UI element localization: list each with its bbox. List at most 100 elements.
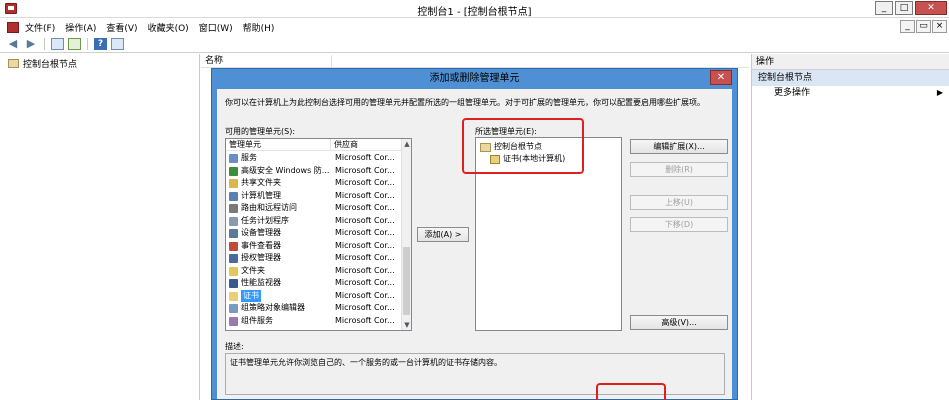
snapin-row[interactable]: 组件服务 Microsoft Cor...: [226, 315, 410, 328]
column-header-vendor[interactable]: 供应商: [330, 139, 358, 151]
snapin-vendor: Microsoft Cor...: [335, 303, 395, 312]
edit-extensions-button[interactable]: 编辑扩展(X)...: [630, 139, 728, 154]
snapin-vendor: Microsoft Cor...: [335, 190, 395, 200]
snapin-vendor: Microsoft Cor...: [335, 215, 395, 225]
back-icon[interactable]: ◀: [6, 37, 20, 50]
scroll-down-icon[interactable]: ▼: [402, 320, 411, 330]
properties-icon[interactable]: [111, 37, 124, 50]
vertical-scrollbar[interactable]: ▲ ▼: [401, 139, 411, 330]
scroll-thumb[interactable]: [403, 247, 410, 315]
inner-restore-button[interactable]: ▭: [916, 20, 931, 33]
snapin-icon: [229, 266, 238, 276]
snapin-row[interactable]: 授权管理器 Microsoft Cor...: [226, 252, 410, 265]
snapin-icon: [229, 229, 238, 238]
snapin-row[interactable]: 计算机管理 Microsoft Cor...: [226, 190, 410, 203]
description-label: 描述:: [225, 342, 244, 351]
snapin-vendor: Microsoft Cor...: [335, 265, 395, 275]
snapin-row[interactable]: 组策略对象编辑器 Microsoft Cor...: [226, 302, 410, 315]
available-snapins-label: 可用的管理单元(S):: [225, 127, 296, 136]
column-header-snapin[interactable]: 管理单元: [226, 139, 261, 151]
list-header: 管理单元 供应商: [226, 139, 402, 151]
column-header-name[interactable]: 名称: [201, 54, 749, 68]
snapin-name: 计算机管理: [241, 190, 281, 200]
dialog-intro-text: 你可以在计算机上为此控制台选择可用的管理单元并配置所选的一组管理单元。对于可扩展…: [225, 98, 705, 107]
snapin-row[interactable]: 服务 Microsoft Cor...: [226, 152, 410, 165]
inner-window-controls: _ ▭ ×: [900, 20, 947, 33]
maximize-button[interactable]: □: [895, 1, 913, 15]
snapin-name: 任务计划程序: [241, 215, 289, 225]
snapin-row[interactable]: 文件夹 Microsoft Cor...: [226, 265, 410, 278]
more-actions-link[interactable]: 更多操作 ▶: [752, 86, 949, 100]
console-tree: 控制台根节点: [0, 54, 200, 400]
snapin-name: 文件夹: [241, 265, 265, 275]
snapin-icon: [229, 216, 238, 226]
title-bar: 控制台1 - [控制台根节点] _ □ ✕: [0, 0, 949, 18]
snapin-row[interactable]: 设备管理器 Microsoft Cor...: [226, 227, 410, 240]
console-icon[interactable]: [7, 21, 19, 33]
snapin-vendor: Microsoft Cor...: [335, 278, 395, 287]
window-title: 控制台1 - [控制台根节点]: [417, 7, 532, 18]
snapin-icon: [229, 154, 238, 163]
snapin-vendor: Microsoft Cor...: [335, 178, 395, 187]
highlight-selected-snapins: [462, 118, 584, 174]
menu-view[interactable]: 查看(V): [106, 21, 137, 34]
menu-help[interactable]: 帮助(H): [243, 21, 275, 34]
snapin-vendor: Microsoft Cor...: [335, 290, 395, 300]
snapin-row[interactable]: 高级安全 Windows 防... Microsoft Cor...: [226, 165, 410, 178]
snapin-row[interactable]: 路由和远程访问 Microsoft Cor...: [226, 202, 410, 215]
snapin-name: 授权管理器: [241, 253, 281, 262]
snapin-vendor: Microsoft Cor...: [335, 315, 395, 325]
advanced-button[interactable]: 高级(V)...: [630, 315, 728, 330]
snapin-icon: [229, 204, 238, 213]
more-actions-label: 更多操作: [774, 88, 811, 98]
move-up-button[interactable]: 上移(U): [630, 195, 728, 210]
minimize-button[interactable]: _: [875, 1, 893, 15]
snapin-vendor: Microsoft Cor...: [335, 203, 395, 212]
snapin-icon: [229, 279, 238, 288]
snapin-name: 性能监视器: [241, 278, 281, 287]
snapin-vendor: Microsoft Cor...: [335, 153, 395, 162]
highlight-ok-button: [596, 383, 666, 400]
snapin-row[interactable]: 性能监视器 Microsoft Cor...: [226, 277, 410, 290]
snapin-row[interactable]: 共享文件夹 Microsoft Cor...: [226, 177, 410, 190]
snapin-row[interactable]: 证书 Microsoft Cor...: [226, 289, 410, 302]
menu-action[interactable]: 操作(A): [65, 21, 96, 34]
snapin-name: 服务: [241, 153, 257, 162]
snapin-row[interactable]: 任务计划程序 Microsoft Cor...: [226, 215, 410, 228]
toolbar: ◀ ▶ ?: [0, 35, 949, 53]
export-list-icon[interactable]: [68, 37, 81, 50]
snapin-vendor: Microsoft Cor...: [335, 165, 395, 175]
remove-button[interactable]: 删除(R): [630, 162, 728, 177]
actions-section-console-root[interactable]: 控制台根节点: [752, 70, 949, 86]
available-snapins-list[interactable]: 管理单元 供应商 服务 Microsoft Cor... 高级安全 Windows …: [225, 138, 412, 331]
show-hide-tree-icon[interactable]: [51, 37, 64, 50]
snapin-row[interactable]: 事件查看器 Microsoft Cor...: [226, 240, 410, 253]
dialog-close-button[interactable]: ✕: [710, 70, 732, 85]
menu-window[interactable]: 窗口(W): [199, 21, 233, 34]
tree-item-label: 控制台根节点: [23, 60, 78, 70]
close-button[interactable]: ✕: [915, 1, 947, 15]
snapin-vendor: Microsoft Cor...: [335, 240, 395, 250]
snapin-icon: [229, 166, 238, 176]
snapin-icon: [229, 291, 238, 301]
add-button[interactable]: 添加(A) >: [417, 227, 469, 242]
snapin-name: 共享文件夹: [241, 178, 281, 187]
snapin-name: 组策略对象编辑器: [241, 303, 305, 312]
snapin-name: 组件服务: [241, 315, 273, 325]
snapin-name: 事件查看器: [241, 240, 281, 250]
snapin-icon: [229, 316, 238, 326]
tree-item-console-root[interactable]: 控制台根节点: [8, 57, 77, 70]
toolbar-separator: [87, 37, 88, 50]
scroll-up-icon[interactable]: ▲: [402, 139, 411, 149]
inner-close-button[interactable]: ×: [932, 20, 947, 33]
help-icon[interactable]: ?: [94, 37, 107, 50]
inner-minimize-button[interactable]: _: [900, 20, 915, 33]
chevron-right-icon: ▶: [936, 88, 943, 97]
snapin-name: 证书: [241, 289, 261, 302]
menu-favorites[interactable]: 收藏夹(O): [148, 21, 189, 34]
move-down-button[interactable]: 下移(D): [630, 217, 728, 232]
forward-icon[interactable]: ▶: [24, 37, 38, 50]
snapin-icon: [229, 241, 238, 251]
snapin-name: 路由和远程访问: [241, 203, 297, 212]
menu-file[interactable]: 文件(F): [25, 21, 55, 34]
